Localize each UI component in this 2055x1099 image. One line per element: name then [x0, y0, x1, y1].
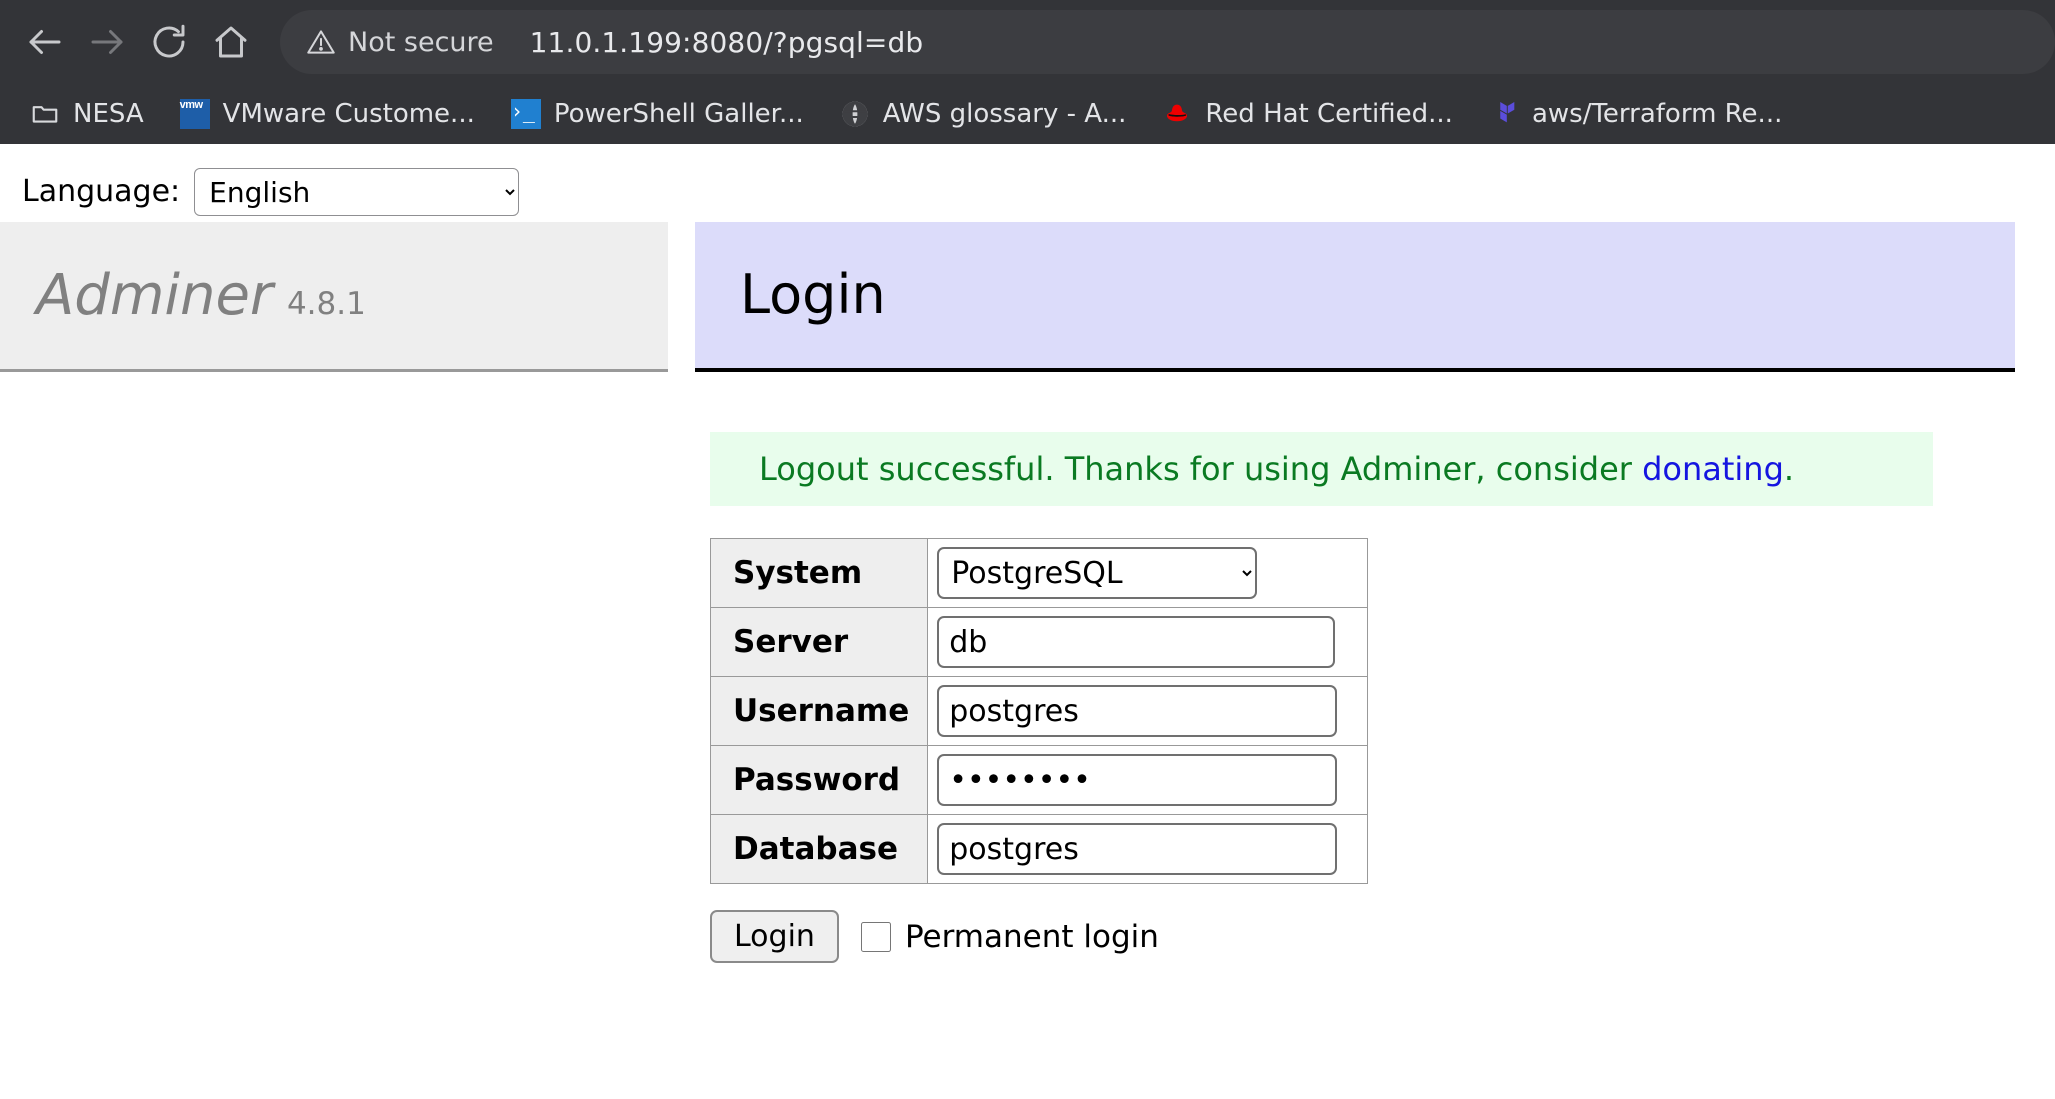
- cell-database: [927, 814, 1368, 884]
- browser-chrome: Not secure 11.0.1.199:8080/?pgsql=db NES…: [0, 0, 2055, 144]
- adminer-version: 4.8.1: [286, 285, 366, 322]
- adminer-logo[interactable]: Adminer 4.8.1: [36, 267, 366, 324]
- browser-toolbar: Not secure 11.0.1.199:8080/?pgsql=db: [0, 0, 2055, 84]
- home-icon[interactable]: [200, 11, 262, 73]
- table-row-system: System PostgreSQL: [709, 538, 1368, 608]
- reload-icon[interactable]: [138, 11, 200, 73]
- bookmark-label: PowerShell Galler...: [553, 99, 804, 129]
- cell-server: [927, 607, 1368, 677]
- donating-link[interactable]: donating: [1642, 450, 1784, 488]
- security-status-label: Not secure: [348, 26, 494, 58]
- language-label: Language:: [22, 174, 181, 209]
- bookmark-powershell[interactable]: ›_ PowerShell Galler...: [493, 93, 822, 135]
- username-input[interactable]: [937, 685, 1338, 737]
- bookmark-label: VMware Custome...: [222, 99, 475, 129]
- bookmark-label: NESA: [73, 99, 144, 129]
- forward-icon[interactable]: [76, 11, 138, 73]
- form-actions: Login Permanent login: [710, 910, 2055, 963]
- system-select[interactable]: PostgreSQL: [937, 547, 1258, 599]
- table-row-username: Username: [709, 676, 1368, 746]
- status-message-text: Logout successful. Thanks for using Admi…: [759, 450, 1643, 488]
- aws-globe-icon: [840, 99, 870, 129]
- database-input[interactable]: [937, 823, 1338, 875]
- permanent-login-field[interactable]: Permanent login: [860, 918, 1159, 955]
- page-layout: Adminer 4.8.1 Login Logout successful. Th…: [0, 222, 2055, 963]
- permanent-login-label: Permanent login: [904, 918, 1159, 955]
- bookmark-redhat[interactable]: Red Hat Certified...: [1144, 93, 1471, 135]
- bookmark-nesa[interactable]: NESA: [12, 93, 162, 135]
- table-row-password: Password: [709, 745, 1368, 815]
- address-bar[interactable]: Not secure 11.0.1.199:8080/?pgsql=db: [280, 10, 2055, 74]
- sidebar: Adminer 4.8.1: [0, 222, 668, 372]
- adminer-product-name: Adminer: [36, 262, 273, 328]
- bookmark-vmware[interactable]: vmw VMware Custome...: [162, 93, 493, 135]
- bookmarks-bar: NESA vmw VMware Custome... ›_ PowerShell…: [0, 84, 2055, 144]
- bookmark-aws-glossary[interactable]: AWS glossary - A...: [822, 93, 1145, 135]
- powershell-icon: ›_: [510, 99, 541, 129]
- page-body: Language: English Adminer 4.8.1 Login Log…: [0, 144, 2055, 963]
- vmware-icon: vmw: [179, 99, 210, 129]
- label-username: Username: [709, 676, 929, 746]
- status-message-suffix: .: [1783, 450, 1795, 488]
- server-input[interactable]: [937, 616, 1336, 668]
- folder-icon: [30, 99, 60, 129]
- bookmark-label: aws/Terraform Re...: [1531, 99, 1783, 129]
- cell-username: [927, 676, 1368, 746]
- label-password: Password: [709, 745, 929, 815]
- table-row-server: Server: [709, 607, 1368, 677]
- login-form: System PostgreSQL Server db Username pos…: [709, 538, 2055, 884]
- permanent-login-checkbox[interactable]: [860, 921, 891, 952]
- language-row: Language: English: [0, 144, 2055, 222]
- bookmark-label: Red Hat Certified...: [1205, 99, 1453, 129]
- url-text[interactable]: 11.0.1.199:8080/?pgsql=db: [516, 26, 924, 59]
- login-button[interactable]: Login: [710, 910, 839, 963]
- bookmark-terraform[interactable]: aws/Terraform Re...: [1471, 93, 1800, 135]
- terraform-icon: [1489, 99, 1519, 129]
- password-input[interactable]: [937, 754, 1338, 806]
- cell-password: [927, 745, 1368, 815]
- login-header-banner: Login: [695, 222, 2015, 372]
- warning-triangle-icon: [306, 27, 336, 57]
- table-row-database: Database: [709, 814, 1368, 884]
- label-database: Database: [709, 814, 929, 884]
- language-select[interactable]: English: [194, 168, 520, 216]
- redhat-fedora-icon: [1162, 99, 1192, 129]
- main-content: Login Logout successful. Thanks for usin…: [668, 222, 2055, 963]
- login-credentials-table: System PostgreSQL Server db Username pos…: [709, 538, 1368, 884]
- label-server: Server: [709, 607, 929, 677]
- cell-system: PostgreSQL: [927, 538, 1368, 608]
- bookmark-label: AWS glossary - A...: [882, 99, 1127, 129]
- label-system: System: [709, 538, 929, 608]
- security-status-chip[interactable]: Not secure: [280, 10, 516, 74]
- back-icon[interactable]: [14, 11, 76, 73]
- page-title: Login: [740, 263, 886, 326]
- status-message: Logout successful. Thanks for using Admi…: [710, 432, 1933, 506]
